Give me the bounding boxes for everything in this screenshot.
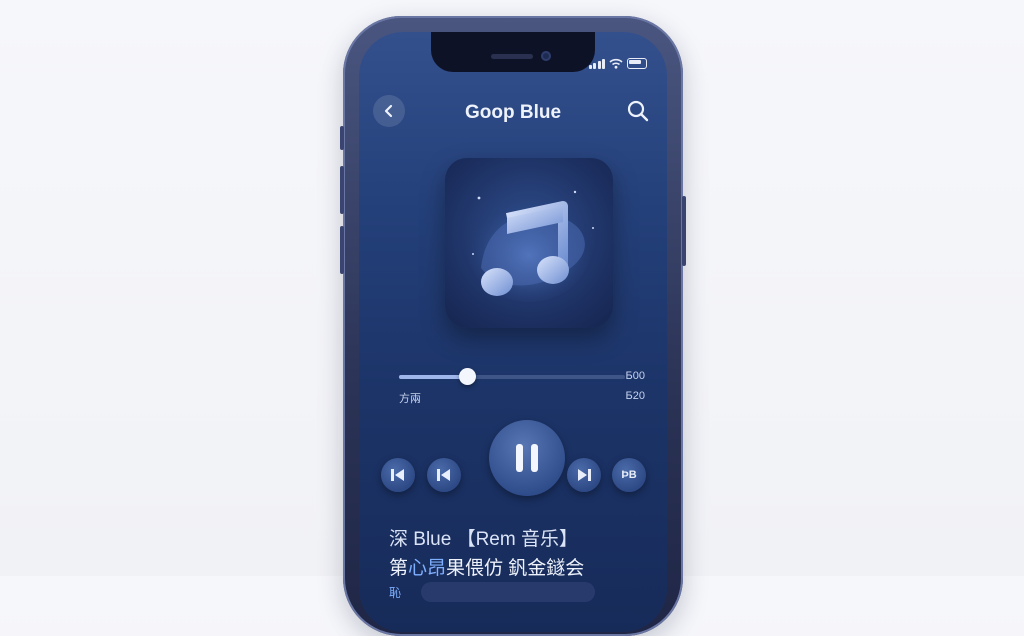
next-button[interactable] [567,458,601,492]
search-icon [627,100,649,122]
phone-screen: Goop Blue Б00 方兩 Б20 ÞB 深 Blue 【Rem 音乐】 … [359,32,667,632]
music-note-icon [467,190,594,302]
power-button [682,196,686,266]
signal-icon [588,58,605,69]
bottom-panel[interactable] [421,582,595,602]
extra-control-button[interactable]: ÞB [612,458,646,492]
battery-icon [627,58,647,69]
phone-frame: Goop Blue Б00 方兩 Б20 ÞB 深 Blue 【Rem 音乐】 … [340,16,686,636]
page-title: Goop Blue [464,102,562,123]
silent-switch [340,126,344,150]
next-icon [578,469,591,481]
wifi-icon [609,58,623,69]
elapsed-label: 方兩 [399,393,421,405]
play-pause-button[interactable] [489,420,565,496]
status-bar [588,58,647,69]
progress-fill [399,375,467,379]
front-camera [541,51,551,61]
progress-bar[interactable] [399,368,625,385]
volume-down-button [340,226,344,274]
volume-up-button [340,166,344,214]
search-button[interactable] [625,98,651,124]
lyrics-cut-text: 恥 [389,586,402,600]
remaining-time: Б20 [625,390,645,402]
progress-knob[interactable] [458,368,476,385]
speaker [491,54,533,59]
total-time: Б00 [625,370,645,382]
previous-button[interactable] [427,458,461,492]
album-art [445,158,613,328]
extra-control-label: ÞB [621,469,637,481]
skip-back-button[interactable] [381,458,415,492]
previous-icon [437,469,450,481]
song-title: 深 Blue 【Rem 音乐】 [389,529,578,550]
notch [431,32,595,72]
skip-previous-icon [391,469,404,481]
pause-icon [516,444,538,472]
